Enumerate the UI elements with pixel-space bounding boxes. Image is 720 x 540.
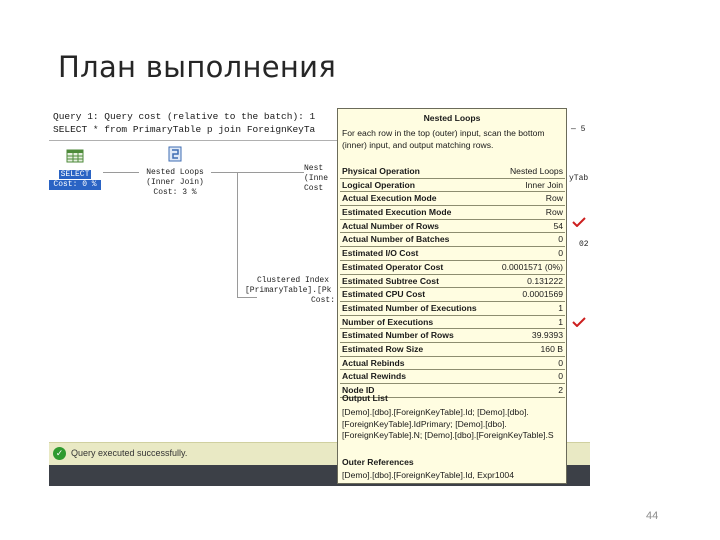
property-value: 39.9393 <box>531 330 563 341</box>
property-name: Logical Operation <box>342 179 416 190</box>
table-icon <box>66 149 84 163</box>
status-text: Query executed successfully. <box>71 448 188 458</box>
select-node-label: SELECT <box>58 170 92 179</box>
nested-loops-node[interactable]: Nested Loops (Inner Join) Cost: 3 % <box>139 146 211 198</box>
property-name: Estimated Operator Cost <box>342 261 444 272</box>
property-value: 0 <box>558 357 563 368</box>
side-fragment: — 5 <box>571 125 586 134</box>
property-name: Actual Number of Rows <box>342 220 439 231</box>
nested-loops-label: Nested Loops <box>146 168 204 177</box>
property-value: 0.0001569 <box>522 289 563 300</box>
property-row: Estimated Execution Mode Row <box>340 206 565 220</box>
success-check-icon: ✓ <box>53 447 66 460</box>
property-row: Actual Rewinds 0 <box>340 370 565 384</box>
property-name: Estimated Execution Mode <box>342 207 452 218</box>
property-value: Inner Join <box>525 179 563 190</box>
property-value: 1 <box>558 316 563 327</box>
slide-title: План выполнения <box>58 50 337 84</box>
property-name: Estimated Row Size <box>342 343 424 354</box>
nested-loops-cost: Cost: 3 % <box>153 188 197 197</box>
property-row: Estimated Operator Cost 0.0001571 (0%) <box>340 261 565 275</box>
property-row: Estimated Subtree Cost 0.131222 <box>340 275 565 289</box>
property-name: Estimated Number of Rows <box>342 330 454 341</box>
property-row: Estimated I/O Cost 0 <box>340 247 565 261</box>
check-mark-icon <box>572 217 586 227</box>
property-row: Actual Execution Mode Row <box>340 192 565 207</box>
nested-loops-icon <box>168 146 182 162</box>
property-name: Estimated I/O Cost <box>342 248 419 259</box>
tooltip-title: Nested Loops <box>423 113 481 123</box>
property-name: Estimated CPU Cost <box>342 289 426 300</box>
clustered-index-node[interactable]: Clustered Index [PrimaryTable].[Pk Cost: <box>245 276 340 306</box>
tooltip-description: For each row in the top (outer) input, s… <box>342 128 545 150</box>
connector-line <box>211 172 304 173</box>
outer-references: [Demo].[dbo].[ForeignKeyTable].Id, Expr1… <box>342 470 514 480</box>
property-value: Row <box>545 207 563 218</box>
side-fragment: 02 <box>579 240 589 249</box>
property-value: 2 <box>558 385 563 395</box>
clustered-index-sub: [PrimaryTable].[Pk <box>245 286 332 295</box>
side-fragment: yTab <box>569 174 589 183</box>
property-value: 1 <box>558 302 563 313</box>
property-name: Actual Number of Batches <box>342 234 450 245</box>
property-name: Estimated Subtree Cost <box>342 275 439 286</box>
connector-line <box>103 172 139 173</box>
divider <box>49 140 339 141</box>
tooltip-properties: Physical Operation Nested Loops Logical Op… <box>340 165 565 398</box>
clustered-index-label: Clustered Index <box>257 276 330 285</box>
property-row: Estimated CPU Cost 0.0001569 <box>340 288 565 302</box>
nested-loops-tooltip: Nested Loops For each row in the top (ou… <box>337 108 567 484</box>
property-value: Nested Loops <box>509 166 563 176</box>
property-row: Actual Number of Batches 0 <box>340 233 565 248</box>
property-row: Estimated Row Size 160 B <box>340 343 565 357</box>
select-node[interactable]: SELECT Cost: 0 % <box>49 148 101 190</box>
property-name: Actual Rewinds <box>342 371 406 382</box>
property-name: Physical Operation <box>342 166 420 176</box>
property-name: Actual Rebinds <box>342 357 405 368</box>
query-sql-line: SELECT * from PrimaryTable p join Foreig… <box>53 124 316 135</box>
property-name: Estimated Number of Executions <box>342 302 477 313</box>
output-list: [Demo].[dbo].[ForeignKeyTable].Id; [Demo… <box>342 407 554 440</box>
property-row: Actual Rebinds 0 <box>340 357 565 371</box>
property-value: 0.0001571 (0%) <box>501 261 563 272</box>
output-list-header: Output List <box>342 393 388 403</box>
property-row: Actual Number of Rows 54 <box>340 220 565 234</box>
outer-references-header: Outer References <box>342 457 414 467</box>
property-name: Number of Executions <box>342 316 434 327</box>
property-value: 0 <box>558 371 563 382</box>
property-value: 0 <box>558 248 563 259</box>
connector-line <box>237 297 257 298</box>
nested-loops-sub: (Inner Join) <box>146 178 204 187</box>
property-value: 0 <box>558 234 563 245</box>
query-cost-line: Query 1: Query cost (relative to the bat… <box>53 111 316 122</box>
property-row: Logical Operation Inner Join <box>340 179 565 193</box>
property-value: 0.131222 <box>527 275 563 286</box>
property-row: Estimated Number of Rows 39.9393 <box>340 329 565 343</box>
check-mark-icon <box>572 317 586 327</box>
property-value: 54 <box>553 220 563 231</box>
property-row: Number of Executions 1 <box>340 316 565 330</box>
property-value: 160 B <box>540 343 563 354</box>
property-row: Physical Operation Nested Loops <box>340 165 565 179</box>
select-node-cost: Cost: 0 % <box>49 180 101 190</box>
connector-line <box>237 172 238 297</box>
clustered-index-cost: Cost: <box>311 296 336 305</box>
property-value: Row <box>545 193 563 204</box>
page-number: 44 <box>646 510 659 522</box>
property-row: Estimated Number of Executions 1 <box>340 302 565 316</box>
property-name: Actual Execution Mode <box>342 193 437 204</box>
